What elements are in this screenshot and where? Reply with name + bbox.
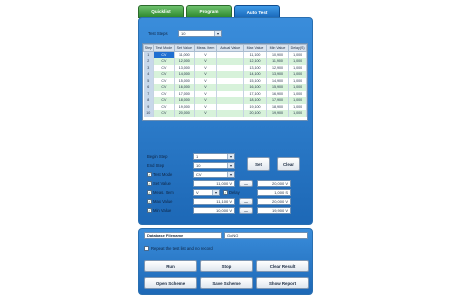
end-step-value: 10	[196, 163, 201, 168]
repeat-label: Repeat the test list and no record	[151, 246, 213, 251]
cell-actual-value	[216, 110, 245, 117]
end-step-select[interactable]: 10 ▾	[193, 162, 235, 169]
set-button[interactable]: Set	[247, 157, 270, 171]
show-report-button[interactable]: Show Report	[256, 277, 309, 289]
chevron-down-icon[interactable]: ▾	[212, 190, 219, 195]
test-steps-row: Test Steps 10 ▾	[148, 30, 222, 37]
min-value-label: Min Value	[153, 208, 172, 213]
cell-set-value: 11,000	[174, 51, 195, 58]
begin-step-label: Begin Step	[147, 154, 168, 159]
cell-test-mode: CV	[153, 110, 175, 117]
chevron-down-icon[interactable]: ▾	[227, 172, 234, 177]
cell-set-value: 20,000	[174, 110, 195, 117]
steps-table: Step Test Mode Set Value Meas. Item Actu…	[142, 43, 308, 121]
begin-step-value: 1	[196, 154, 199, 159]
table-row[interactable]: 10 CV 20,000 V 20,100 19,900 1,000	[143, 110, 307, 117]
max-value-decrement-button[interactable]: —	[239, 198, 253, 205]
test-mode-select[interactable]: CV ▾	[193, 171, 235, 178]
end-step-label: End Step	[147, 163, 165, 168]
delay-input[interactable]: 1,000 S	[257, 189, 291, 196]
max-value-checkbox[interactable]: ✓	[147, 199, 152, 204]
delay-label: Delay	[229, 190, 240, 195]
chevron-down-icon[interactable]: ▾	[227, 163, 234, 168]
tab-bar: Quicklist Program Auto Test	[138, 5, 280, 19]
set-value-checkbox[interactable]: ✓	[147, 181, 152, 186]
min-value-range-input[interactable]: 19,900 V	[257, 207, 291, 214]
min-value-decrement-button[interactable]: —	[239, 207, 253, 214]
cell-max-value: 20,100	[243, 110, 267, 117]
begin-step-row: Begin Step 1 ▾	[147, 153, 235, 160]
clear-button[interactable]: Clear	[277, 157, 300, 171]
meas-item-select[interactable]: V ▾	[193, 189, 220, 196]
cell-delay: 1,000	[288, 110, 307, 117]
open-scheme-button[interactable]: Open Scheme	[144, 277, 197, 289]
cell-min-value: 10,900	[266, 51, 290, 58]
max-value-input[interactable]: 11,100 V	[193, 198, 235, 205]
cell-delay: 1,000	[288, 51, 307, 58]
save-scheme-button[interactable]: Save Scheme	[200, 277, 253, 289]
repeat-checkbox[interactable]	[144, 246, 149, 251]
cell-meas-item: V	[194, 51, 218, 58]
cell-meas-item: V	[194, 110, 218, 117]
min-value-checkbox[interactable]: ✓	[147, 208, 152, 213]
db-filename-label: Database Filename	[144, 232, 222, 239]
chevron-down-icon[interactable]: ▾	[227, 154, 234, 159]
max-value-label: Max Value	[153, 199, 173, 204]
db-filename-row: Database Filename GoNG	[144, 232, 308, 239]
delay-checkbox[interactable]: ✓	[223, 190, 228, 195]
cell-actual-value	[216, 51, 245, 58]
set-value-decrement-button[interactable]: —	[239, 180, 253, 187]
set-value-label: Set Value	[153, 181, 171, 186]
test-mode-row: ✓ Test Mode CV ▾	[147, 171, 235, 178]
begin-step-select[interactable]: 1 ▾	[193, 153, 235, 160]
test-steps-value: 10	[181, 31, 186, 36]
cell-test-mode: CV	[153, 51, 175, 58]
max-value-row: ✓ Max Value 11,100 V — 20,000 V	[147, 198, 291, 205]
cell-step: 1	[143, 51, 154, 58]
repeat-row: Repeat the test list and no record	[144, 246, 213, 251]
chevron-down-icon[interactable]: ▾	[214, 31, 221, 36]
cell-max-value: 11,100	[243, 51, 267, 58]
test-mode-checkbox[interactable]: ✓	[147, 172, 152, 177]
auto-test-window: Quicklist Program Auto Test Test Steps 1…	[130, 0, 323, 300]
meas-item-label: Meas. Item	[153, 190, 174, 195]
run-button[interactable]: Run	[144, 260, 197, 272]
test-mode-value: CV	[196, 172, 202, 177]
test-steps-select[interactable]: 10 ▾	[178, 30, 222, 37]
test-steps-label: Test Steps	[148, 31, 168, 36]
meas-item-checkbox[interactable]: ✓	[147, 190, 152, 195]
table-row[interactable]: 1 CV 11,000 V 11,100 10,900 1,000	[143, 51, 307, 58]
set-value-input[interactable]: 11,000 V	[193, 180, 235, 187]
end-step-row: End Step 10 ▾	[147, 162, 235, 169]
max-value-range-input[interactable]: 20,000 V	[257, 198, 291, 205]
meas-item-row: ✓ Meas. Item V ▾ ✓ Delay 1,000 S	[147, 189, 291, 196]
db-filename-input[interactable]: GoNG	[224, 232, 308, 239]
stop-button[interactable]: Stop	[200, 260, 253, 272]
test-mode-label: Test Mode	[153, 172, 173, 177]
set-value-range-input[interactable]: 20,000 V	[257, 180, 291, 187]
min-value-input[interactable]: 10,000 V	[193, 207, 235, 214]
set-value-row: ✓ Set Value 11,000 V — 20,000 V	[147, 180, 291, 187]
meas-item-value: V	[196, 190, 199, 195]
cell-step: 10	[143, 110, 154, 117]
clear-result-button[interactable]: Clear Result	[256, 260, 309, 272]
cell-min-value: 19,900	[266, 110, 290, 117]
min-value-row: ✓ Min Value 10,000 V — 19,900 V	[147, 207, 291, 214]
